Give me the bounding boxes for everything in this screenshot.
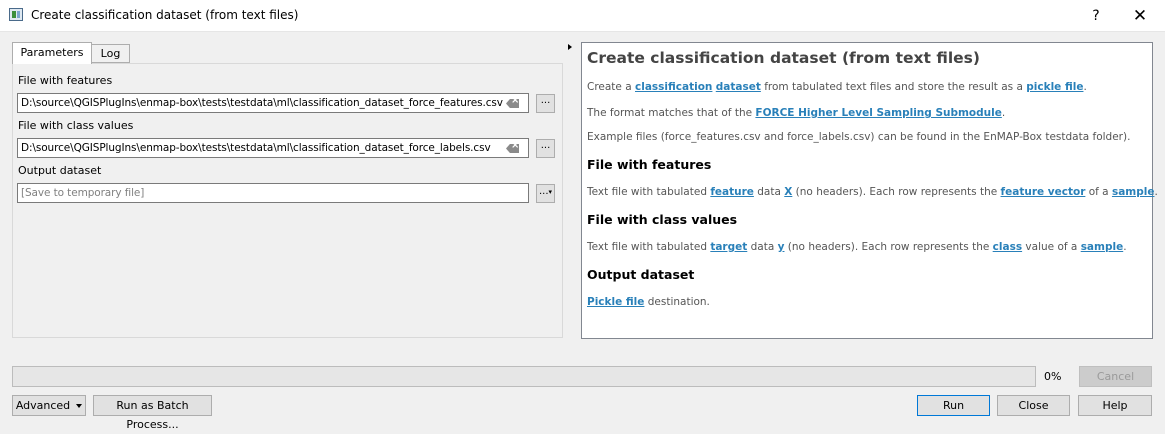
- help-button[interactable]: Help: [1078, 395, 1152, 416]
- batch-process-button[interactable]: Run as Batch Process...: [93, 395, 212, 431]
- tab-parameters[interactable]: Parameters: [12, 42, 92, 64]
- help-class-desc: Text file with tabulated target data y (…: [587, 241, 1127, 253]
- class-values-browse-button[interactable]: ...: [536, 139, 555, 158]
- link-sample[interactable]: sample: [1081, 241, 1124, 253]
- chevron-down-icon: ▾: [548, 188, 553, 196]
- output-browse-button[interactable]: ...▾: [536, 184, 555, 203]
- help-heading-features: File with features: [587, 157, 712, 172]
- link-force-submodule[interactable]: FORCE Higher Level Sampling Submodule: [755, 107, 1001, 119]
- cancel-button[interactable]: Cancel: [1079, 366, 1152, 387]
- class-values-label: File with class values: [18, 119, 134, 132]
- help-heading-output: Output dataset: [587, 267, 695, 282]
- link-dataset[interactable]: dataset: [716, 81, 761, 93]
- output-browse-label: ...: [538, 186, 549, 197]
- class-values-input[interactable]: D:\source\QGISPlugIns\enmap-box\tests\te…: [17, 138, 529, 158]
- collapse-help-icon[interactable]: [568, 44, 572, 50]
- close-window-icon[interactable]: ✕: [1128, 5, 1152, 27]
- output-label: Output dataset: [18, 164, 102, 177]
- window-title: Create classification dataset (from text…: [31, 8, 299, 22]
- progress-percent: 0%: [1044, 370, 1062, 383]
- link-feature[interactable]: feature: [710, 186, 754, 198]
- link-target[interactable]: target: [710, 241, 747, 253]
- link-class[interactable]: class: [993, 241, 1022, 253]
- help-examples: Example files (force_features.csv and fo…: [587, 131, 1131, 143]
- context-help-button[interactable]: ?: [1085, 6, 1107, 26]
- tab-log[interactable]: Log: [91, 44, 130, 63]
- class-values-input-value: D:\source\QGISPlugIns\enmap-box\tests\te…: [21, 142, 491, 154]
- features-input-value: D:\source\QGISPlugIns\enmap-box\tests\te…: [21, 97, 503, 109]
- help-features-desc: Text file with tabulated feature data X …: [587, 186, 1158, 198]
- clear-icon[interactable]: [506, 99, 519, 108]
- help-output-desc: Pickle file destination.: [587, 296, 710, 308]
- clear-icon[interactable]: [506, 144, 519, 153]
- help-format: The format matches that of the FORCE Hig…: [587, 107, 1006, 119]
- help-heading-class: File with class values: [587, 212, 738, 227]
- link-sample[interactable]: sample: [1112, 186, 1155, 198]
- output-input[interactable]: [Save to temporary file]: [17, 183, 529, 203]
- link-classification[interactable]: classification: [635, 81, 712, 93]
- features-label: File with features: [18, 74, 113, 87]
- chevron-down-icon: [76, 404, 83, 408]
- link-feature-vector[interactable]: feature vector: [1001, 186, 1086, 198]
- app-icon: [9, 8, 23, 21]
- features-browse-button[interactable]: ...: [536, 94, 555, 113]
- close-button[interactable]: Close: [997, 395, 1070, 416]
- help-pane: Create classification dataset (from text…: [581, 42, 1158, 339]
- advanced-dropdown[interactable]: Advanced: [12, 395, 86, 416]
- run-button[interactable]: Run: [917, 395, 990, 416]
- output-input-placeholder: [Save to temporary file]: [21, 187, 145, 199]
- features-input[interactable]: D:\source\QGISPlugIns\enmap-box\tests\te…: [17, 93, 529, 113]
- link-pickle-file[interactable]: pickle file: [1026, 81, 1083, 93]
- help-title: Create classification dataset (from text…: [587, 49, 980, 67]
- progress-bar: [12, 366, 1036, 387]
- title-bar: Create classification dataset (from text…: [0, 0, 1165, 32]
- link-pickle-file[interactable]: Pickle file: [587, 296, 644, 308]
- advanced-label: Advanced: [15, 399, 71, 412]
- help-intro: Create a classification dataset from tab…: [587, 81, 1087, 93]
